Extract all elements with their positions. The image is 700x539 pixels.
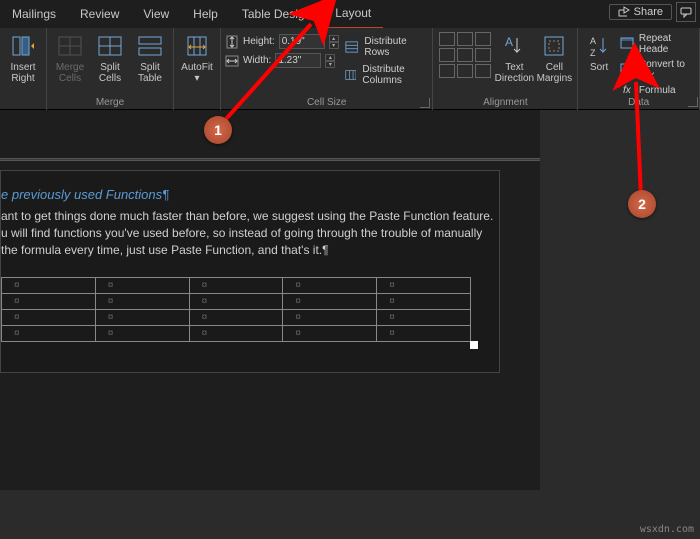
share-button[interactable]: Share [609, 4, 672, 20]
height-up[interactable]: ▴ [329, 35, 339, 42]
split-table-icon [136, 32, 164, 60]
doc-line2: u will find functions you've used before… [1, 225, 499, 242]
share-label: Share [634, 6, 663, 18]
doc-line1: ant to get things done much faster than … [1, 208, 499, 225]
formula-button[interactable]: fx Formula [618, 84, 695, 97]
group-merge-label: Merge [51, 97, 169, 110]
svg-text:Z: Z [590, 48, 596, 58]
merge-cells-icon [56, 32, 84, 60]
tab-review[interactable]: Review [68, 0, 131, 28]
tab-tabledesign[interactable]: Table Design [230, 0, 323, 28]
callout-1: 1 [204, 116, 232, 144]
height-label: Height: [243, 36, 275, 47]
split-cells-button[interactable]: SplitCells [91, 30, 129, 84]
repeat-header-icon [620, 37, 634, 52]
width-up[interactable]: ▴ [325, 54, 335, 61]
distribute-rows-button[interactable]: Distribute Rows [345, 36, 425, 58]
document-canvas[interactable]: e previously used Functions¶ ant to get … [0, 110, 540, 490]
convert-text-icon [620, 63, 634, 78]
sort-button[interactable]: AZ Sort [582, 30, 616, 73]
height-down[interactable]: ▾ [329, 42, 339, 49]
cell-margins-icon [540, 32, 568, 60]
tab-help[interactable]: Help [181, 0, 230, 28]
convert-text-button[interactable]: Convert to Tex [618, 58, 695, 82]
svg-text:A: A [505, 35, 513, 49]
tab-view[interactable]: View [131, 0, 181, 28]
width-label: Width: [243, 55, 271, 66]
cellsize-launcher[interactable] [420, 98, 430, 108]
autofit-button[interactable]: AutoFit▾ [178, 30, 216, 84]
text-direction-icon: A [500, 32, 528, 60]
insert-right-icon [9, 32, 37, 60]
split-cells-icon [96, 32, 124, 60]
sort-icon: AZ [585, 32, 613, 60]
split-table-button[interactable]: SplitTable [131, 30, 169, 84]
rowscols-launcher[interactable] [688, 97, 698, 107]
doc-heading: e previously used Functions¶ [1, 187, 499, 202]
doc-table[interactable]: ¤¤¤¤¤ ¤¤¤¤¤ ¤¤¤¤¤ ¤¤¤¤¤ [1, 277, 471, 342]
watermark: wsxdn.com [640, 524, 694, 535]
merge-cells-button: MergeCells [51, 30, 89, 84]
height-icon [225, 35, 239, 49]
group-data-label: Data [582, 97, 695, 110]
tab-layout[interactable]: Layout [323, 0, 383, 29]
formula-icon: fx [620, 85, 634, 96]
tab-mailings[interactable]: Mailings [0, 0, 68, 28]
table-cell[interactable]: ¤ [2, 278, 96, 294]
repeat-header-button[interactable]: Repeat Heade [618, 32, 695, 56]
comments-button[interactable] [676, 2, 696, 22]
ruler [0, 158, 540, 161]
svg-text:A: A [590, 36, 596, 46]
distribute-columns-button[interactable]: Distribute Columns [345, 64, 425, 86]
width-input[interactable] [275, 53, 321, 68]
cell-margins-button[interactable]: CellMargins [535, 30, 573, 84]
insert-right-button[interactable]: InsertRight [4, 30, 42, 84]
width-icon [225, 54, 239, 68]
callout-2: 2 [628, 190, 656, 218]
height-input[interactable] [279, 34, 325, 49]
doc-line3: the formula every time, just use Paste F… [1, 242, 499, 259]
text-direction-button[interactable]: A TextDirection [495, 30, 533, 84]
group-alignment-label: Alignment [437, 97, 573, 110]
group-cellsize-label: Cell Size [225, 97, 428, 110]
align-grid[interactable] [437, 30, 493, 80]
width-down[interactable]: ▾ [325, 61, 335, 68]
autofit-icon [183, 32, 211, 60]
